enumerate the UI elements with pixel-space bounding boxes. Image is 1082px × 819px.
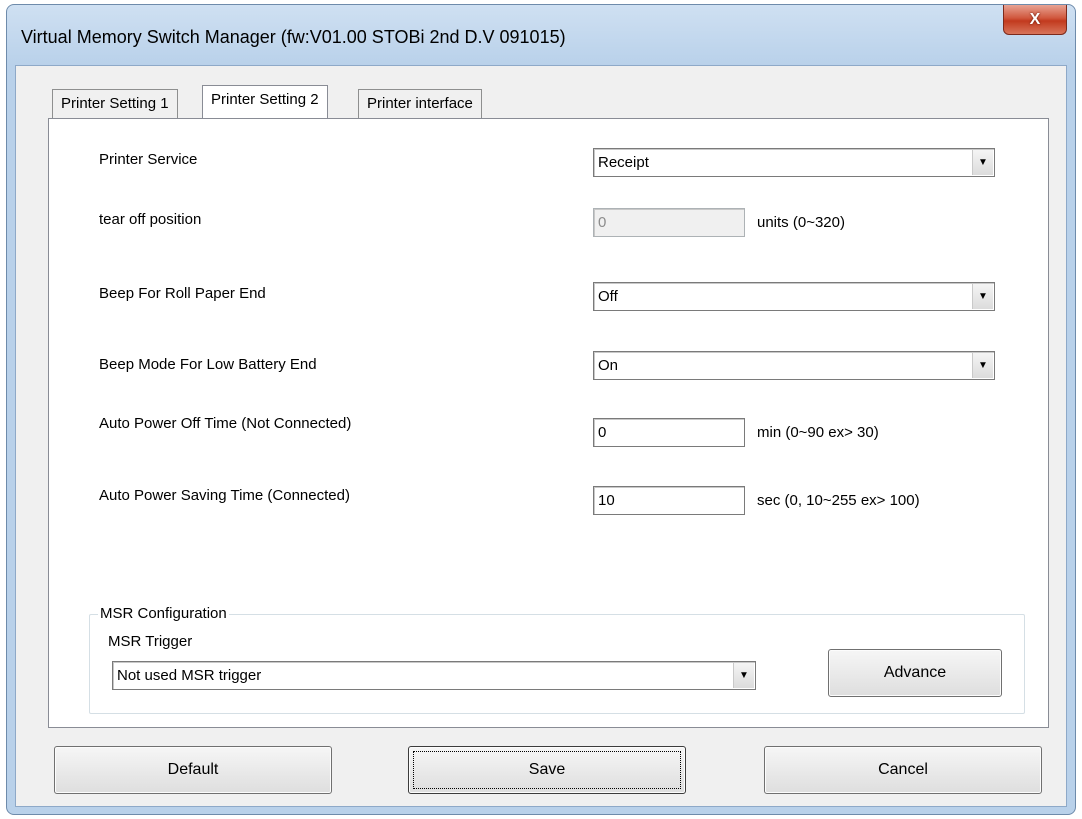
chevron-down-icon[interactable]: ▼: [972, 353, 993, 378]
chevron-down-icon[interactable]: ▼: [972, 284, 993, 309]
auto-power-off-value: 0: [598, 424, 607, 441]
window-title: Virtual Memory Switch Manager (fw:V01.00…: [21, 27, 566, 47]
tab-label: Printer Setting 2: [211, 91, 319, 108]
cancel-button[interactable]: Cancel: [764, 746, 1042, 794]
printer-service-label: Printer Service: [99, 151, 198, 168]
advance-button[interactable]: Advance: [828, 649, 1002, 697]
default-button[interactable]: Default: [54, 746, 332, 794]
auto-power-saving-value: 10: [598, 492, 615, 509]
cancel-button-label: Cancel: [878, 761, 928, 778]
save-button[interactable]: Save: [408, 746, 686, 794]
msr-configuration-legend: MSR Configuration: [98, 605, 229, 622]
close-button[interactable]: X: [1003, 5, 1067, 35]
dialog-client-area: Printer Setting 1 Printer Setting 2 Prin…: [15, 65, 1067, 807]
title-bar[interactable]: Virtual Memory Switch Manager (fw:V01.00…: [7, 5, 1075, 65]
msr-trigger-select[interactable]: Not used MSR trigger ▼: [112, 661, 756, 690]
tear-off-unit-label: units (0~320): [757, 214, 845, 231]
beep-roll-paper-end-label: Beep For Roll Paper End: [99, 285, 266, 302]
auto-power-off-input[interactable]: 0: [593, 418, 745, 447]
tab-panel-printer-setting-2: Printer Service Receipt ▼ tear off posit…: [48, 118, 1049, 728]
beep-low-battery-select[interactable]: On ▼: [593, 351, 995, 380]
auto-power-off-label: Auto Power Off Time (Not Connected): [99, 415, 352, 432]
tear-off-position-value: 0: [598, 214, 607, 231]
printer-service-value: Receipt: [598, 154, 649, 171]
close-icon: X: [1029, 10, 1041, 28]
tab-printer-setting-2[interactable]: Printer Setting 2: [202, 85, 328, 118]
advance-button-label: Advance: [883, 664, 947, 681]
msr-configuration-group: MSR Configuration MSR Trigger Not used M…: [89, 605, 1025, 714]
default-button-label: Default: [167, 761, 219, 778]
msr-trigger-label: MSR Trigger: [108, 633, 193, 650]
auto-power-saving-unit-label: sec (0, 10~255 ex> 100): [757, 492, 920, 509]
focus-rectangle: Save: [413, 751, 681, 789]
tab-printer-interface[interactable]: Printer interface: [358, 89, 482, 118]
tab-label: Printer interface: [367, 95, 473, 112]
chevron-down-icon[interactable]: ▼: [972, 150, 993, 175]
tab-label: Printer Setting 1: [61, 95, 169, 112]
tear-off-position-label: tear off position: [99, 211, 202, 228]
msr-trigger-value: Not used MSR trigger: [117, 667, 262, 684]
tab-printer-setting-1[interactable]: Printer Setting 1: [52, 89, 178, 118]
auto-power-off-unit-label: min (0~90 ex> 30): [757, 424, 879, 441]
beep-roll-paper-end-value: Off: [598, 288, 618, 305]
chevron-down-icon[interactable]: ▼: [733, 663, 754, 688]
beep-roll-paper-end-select[interactable]: Off ▼: [593, 282, 995, 311]
auto-power-saving-label: Auto Power Saving Time (Connected): [99, 487, 350, 504]
beep-low-battery-label: Beep Mode For Low Battery End: [99, 356, 317, 373]
auto-power-saving-input[interactable]: 10: [593, 486, 745, 515]
beep-low-battery-value: On: [598, 357, 619, 374]
printer-service-select[interactable]: Receipt ▼: [593, 148, 995, 177]
dialog-window: Virtual Memory Switch Manager (fw:V01.00…: [6, 4, 1076, 815]
tear-off-position-input: 0: [593, 208, 745, 237]
save-button-label: Save: [528, 761, 566, 778]
